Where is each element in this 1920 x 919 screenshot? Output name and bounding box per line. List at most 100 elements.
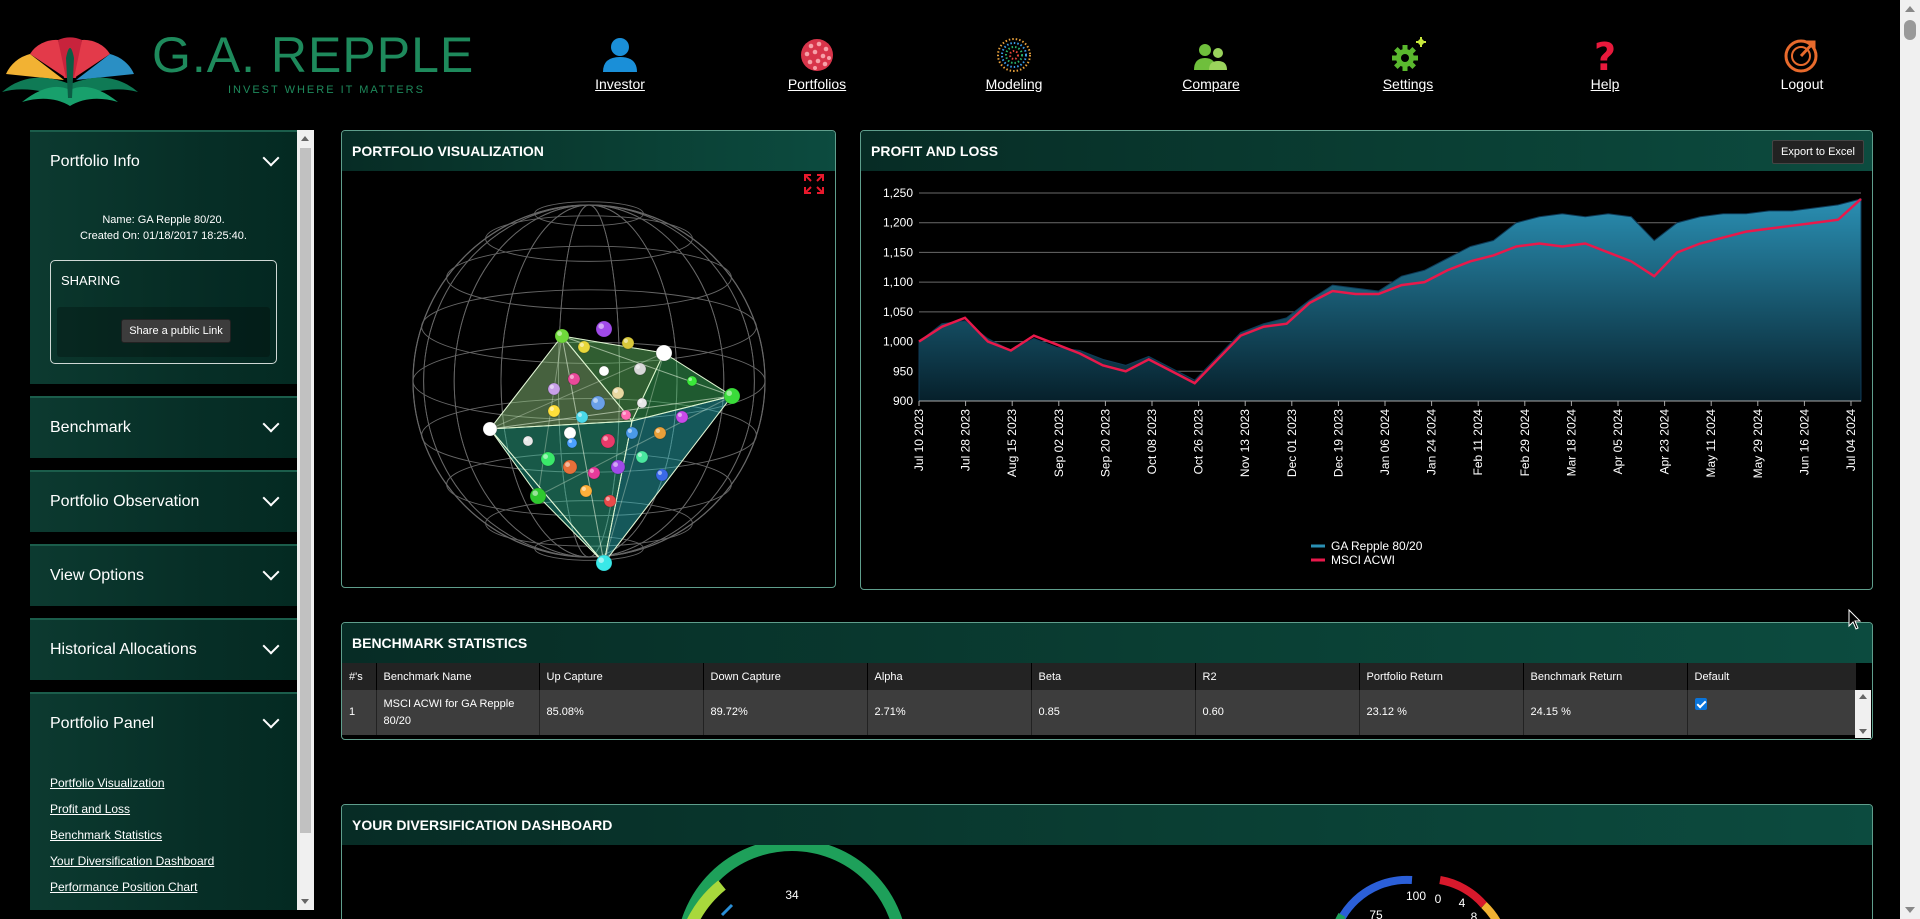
accordion-header-portfolio-info[interactable]: Portfolio Info [30, 132, 297, 192]
spacer [30, 680, 297, 692]
nav-help[interactable]: ? Help [1555, 36, 1655, 96]
holding-marker[interactable] [610, 459, 626, 475]
portfolio-sphere[interactable] [342, 171, 836, 588]
accordion-header-portfolio-panel[interactable]: Portfolio Panel [30, 694, 297, 754]
holding-marker[interactable] [563, 426, 577, 440]
holding-marker[interactable] [635, 450, 649, 464]
nav-portfolios[interactable]: Portfolios [767, 36, 867, 96]
legend-label[interactable]: GA Repple 80/20 [1331, 539, 1423, 553]
column-header[interactable]: Benchmark Return [1523, 663, 1688, 690]
holding-marker[interactable] [633, 362, 647, 376]
cell-down-capture: 89.72% [703, 690, 868, 735]
accordion-header-portfolio-observation[interactable]: Portfolio Observation [30, 472, 297, 532]
scroll-down-icon[interactable] [1859, 729, 1867, 734]
holding-marker[interactable] [655, 344, 673, 362]
holding-marker[interactable] [621, 336, 635, 350]
column-header[interactable]: Beta [1031, 663, 1196, 690]
benchmark-table: #'s Benchmark Name Up Capture Down Captu… [342, 663, 1857, 735]
scroll-up-icon[interactable] [301, 136, 309, 141]
column-header[interactable]: Benchmark Name [376, 663, 540, 690]
scroll-up-icon[interactable] [1905, 6, 1915, 12]
holding-marker[interactable] [595, 320, 613, 338]
x-tick-label: Nov 13 2023 [1238, 409, 1252, 477]
expand-icon[interactable] [803, 173, 825, 195]
portfolio-polyhedron[interactable] [488, 335, 734, 565]
holding-marker[interactable] [675, 410, 689, 424]
holding-marker[interactable] [625, 426, 639, 440]
nav-settings[interactable]: Settings [1358, 36, 1458, 96]
holding-marker[interactable] [575, 410, 589, 424]
page-scrollbar[interactable] [1900, 0, 1920, 919]
nav-logout-label: Logout [1780, 76, 1824, 92]
holding-marker[interactable] [653, 426, 667, 440]
gauge-2: 100 0 75 4 8 [1335, 875, 1501, 919]
column-header[interactable]: Up Capture [539, 663, 704, 690]
holding-marker[interactable] [547, 382, 561, 396]
panel-title: YOUR DIVERSIFICATION DASHBOARD [342, 805, 1872, 845]
share-public-link-button[interactable]: Share a public Link [121, 319, 231, 343]
holding-marker[interactable] [620, 409, 632, 421]
holding-marker[interactable] [540, 451, 556, 467]
holding-marker[interactable] [655, 468, 669, 482]
x-tick-label: Aug 15 2023 [1005, 409, 1019, 477]
nav-settings-label: Settings [1382, 76, 1434, 92]
scroll-down-icon[interactable] [301, 899, 309, 904]
accordion-benchmark: Benchmark [30, 396, 297, 458]
holding-marker[interactable] [598, 365, 610, 377]
holding-marker[interactable] [554, 328, 570, 344]
accordion-title: Benchmark [50, 419, 131, 436]
nav-compare[interactable]: Compare [1161, 36, 1261, 96]
holding-marker[interactable] [522, 435, 534, 447]
profit-and-loss-chart[interactable]: 900 950 1,000 1,050 1,100 1,150 1,200 1,250 Jul … [861, 171, 1873, 589]
holding-marker[interactable] [547, 404, 561, 418]
column-header[interactable]: Down Capture [703, 663, 868, 690]
default-checkbox[interactable] [1694, 698, 1707, 710]
holding-marker[interactable] [636, 397, 648, 409]
holding-marker[interactable] [590, 395, 606, 411]
holding-marker[interactable] [587, 466, 601, 480]
cell-benchmark-name: MSCI ACWI for GA Repple 80/20 [376, 690, 540, 735]
column-header[interactable]: Alpha [867, 663, 1032, 690]
nav-investor[interactable]: Investor [570, 36, 670, 96]
nav-modeling[interactable]: Modeling [964, 36, 1064, 96]
holding-marker[interactable] [566, 437, 578, 449]
export-to-excel-button[interactable]: Export to Excel [1772, 140, 1864, 164]
column-header[interactable]: R2 [1195, 663, 1360, 690]
column-header[interactable]: Portfolio Return [1359, 663, 1524, 690]
holding-marker[interactable] [595, 554, 613, 572]
column-header[interactable]: #'s [342, 663, 377, 690]
panel-link-diversification-dashboard[interactable]: Your Diversification Dashboard [50, 854, 277, 868]
holding-marker[interactable] [562, 459, 578, 475]
accordion-header-view-options[interactable]: View Options [30, 546, 297, 606]
accordion-title: Portfolio Observation [50, 493, 200, 510]
holding-marker[interactable] [603, 494, 617, 508]
panel-link-performance-position-chart[interactable]: Performance Position Chart [50, 880, 277, 894]
table-scrollbar[interactable] [1855, 690, 1871, 738]
table-row[interactable]: 1 MSCI ACWI for GA Repple 80/20 85.08% 8… [342, 690, 1857, 735]
series-area-ga-repple[interactable] [918, 198, 1862, 402]
panel-link-profit-and-loss[interactable]: Profit and Loss [50, 802, 277, 816]
scroll-thumb[interactable] [1904, 20, 1916, 40]
holding-marker[interactable] [611, 386, 625, 400]
holding-marker[interactable] [577, 340, 591, 354]
holding-marker[interactable] [686, 375, 698, 387]
holding-marker[interactable] [482, 421, 498, 437]
holding-marker[interactable] [600, 433, 616, 449]
scroll-thumb[interactable] [300, 148, 311, 833]
column-header[interactable]: Default [1687, 663, 1857, 690]
accordion-header-historical-allocations[interactable]: Historical Allocations [30, 620, 297, 680]
holding-marker[interactable] [529, 487, 547, 505]
scroll-up-icon[interactable] [1859, 694, 1867, 699]
accordion-header-benchmark[interactable]: Benchmark [30, 398, 297, 458]
holding-marker[interactable] [723, 387, 741, 405]
nav-logout[interactable]: Logout [1752, 36, 1852, 96]
portfolio-info-body: Name: GA Repple 80/20. Created On: 01/18… [30, 192, 297, 384]
holding-marker[interactable] [579, 484, 593, 498]
holding-marker[interactable] [567, 372, 581, 386]
panel-link-benchmark-statistics[interactable]: Benchmark Statistics [50, 828, 277, 842]
panel-link-portfolio-visualization[interactable]: Portfolio Visualization [50, 776, 277, 790]
legend-label[interactable]: MSCI ACWI [1331, 553, 1395, 567]
people-icon [1194, 44, 1227, 70]
scroll-down-icon[interactable] [1905, 907, 1915, 913]
sidebar-scrollbar[interactable] [297, 130, 314, 910]
